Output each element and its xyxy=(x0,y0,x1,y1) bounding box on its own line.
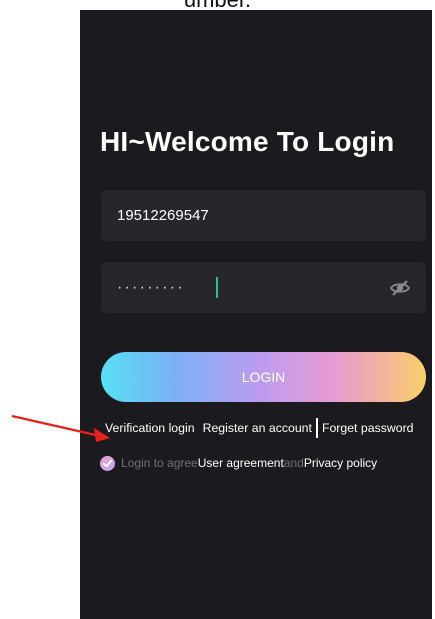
user-agreement-link[interactable]: User agreement xyxy=(198,456,284,470)
page-title: HI~Welcome To Login xyxy=(100,126,395,157)
privacy-policy-link[interactable]: Privacy policy xyxy=(304,456,377,470)
password-value: ········· xyxy=(117,279,185,296)
eye-slash-icon[interactable] xyxy=(388,276,412,300)
register-account-link[interactable]: Register an account xyxy=(203,421,312,435)
login-screen: HI~Welcome To Login 19512269547 ········… xyxy=(80,10,432,619)
red-arrow-annotation xyxy=(11,414,110,442)
auth-links-row: Verification login Register an account F… xyxy=(105,417,432,439)
phone-number-field[interactable]: 19512269547 xyxy=(101,190,426,241)
forget-password-link[interactable]: Forget password xyxy=(322,421,414,435)
agreement-prefix: Login to agree xyxy=(121,456,198,470)
checkmark-icon[interactable] xyxy=(100,455,115,471)
password-field[interactable]: ········· xyxy=(101,262,426,313)
link-divider xyxy=(315,418,318,438)
text-caret xyxy=(216,277,218,298)
phone-number-value: 19512269547 xyxy=(117,207,209,224)
agreement-and: and xyxy=(283,456,304,470)
agreement-row: Login to agree User agreement and Privac… xyxy=(100,453,377,473)
login-button[interactable]: LOGIN xyxy=(101,352,426,402)
